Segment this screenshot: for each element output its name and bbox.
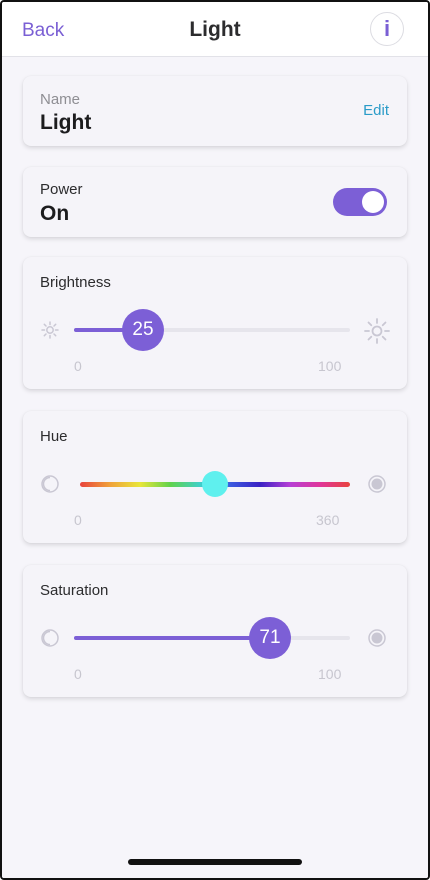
brightness-slider-thumb[interactable]: 25 xyxy=(122,309,164,351)
power-card: Power On xyxy=(23,167,407,237)
brightness-label: Brightness xyxy=(40,274,111,291)
page-title: Light xyxy=(189,18,241,41)
brightness-max-label: 100 xyxy=(318,358,342,374)
navigation-bar: Back Light i xyxy=(2,2,428,57)
brightness-min-label: 0 xyxy=(74,358,82,374)
info-button[interactable]: i xyxy=(370,12,404,46)
saturation-slider-thumb[interactable]: 71 xyxy=(248,617,291,659)
home-indicator xyxy=(128,859,302,865)
brightness-card: Brightness 25 0 100 xyxy=(23,257,407,389)
saturation-track[interactable] xyxy=(74,636,350,640)
phone-frame: Back Light i Name Light Edit Power On Br… xyxy=(0,0,430,880)
sun-large-icon xyxy=(363,317,391,345)
power-label: Power xyxy=(40,181,83,198)
hue-slider-thumb[interactable] xyxy=(202,471,228,497)
saturation-track-fill xyxy=(74,636,270,640)
saturation-max-label: 100 xyxy=(318,666,342,682)
saturation-card: Saturation 71 0 100 xyxy=(23,565,407,697)
filled-circle-icon xyxy=(366,627,388,649)
name-card: Name Light Edit xyxy=(23,76,407,146)
half-circle-outline-icon xyxy=(39,473,61,495)
toggle-knob xyxy=(362,191,384,213)
content-area: Name Light Edit Power On Brightness 25 0… xyxy=(2,57,428,878)
hue-label: Hue xyxy=(40,428,68,445)
half-circle-outline-icon xyxy=(39,627,61,649)
power-value: On xyxy=(40,202,70,225)
hue-max-label: 360 xyxy=(316,512,340,528)
hue-min-label: 0 xyxy=(74,512,82,528)
edit-button[interactable]: Edit xyxy=(363,102,389,119)
power-toggle[interactable] xyxy=(333,188,387,216)
filled-circle-icon xyxy=(366,473,388,495)
sun-small-icon xyxy=(39,319,61,341)
brightness-track[interactable] xyxy=(74,328,350,332)
name-value: Light xyxy=(40,111,92,134)
name-label: Name xyxy=(40,91,81,108)
hue-card: Hue 0 360 xyxy=(23,411,407,543)
saturation-min-label: 0 xyxy=(74,666,82,682)
saturation-label: Saturation xyxy=(40,582,109,599)
